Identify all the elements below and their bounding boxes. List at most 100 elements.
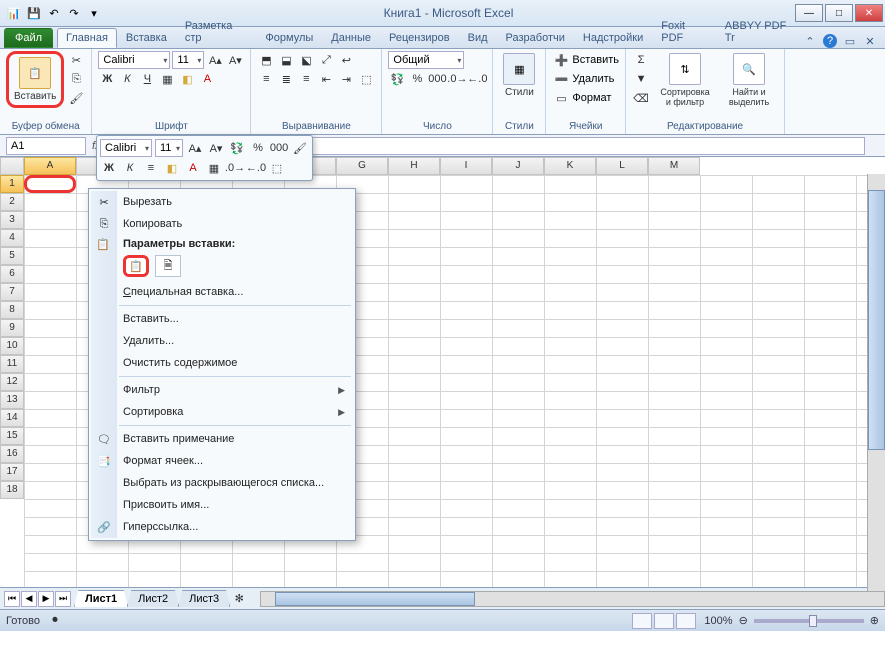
col-header[interactable]: M (648, 157, 700, 175)
tab-foxit[interactable]: Foxit PDF (652, 16, 716, 48)
row-header[interactable]: 15 (0, 427, 24, 445)
styles-button[interactable]: ▦ Стили (499, 51, 539, 100)
format-cells-icon[interactable]: ▭ (552, 89, 570, 107)
close-button[interactable]: ✕ (855, 4, 883, 22)
insert-cells-icon[interactable]: ➕ (552, 51, 570, 69)
window-restore-icon[interactable]: ▭ (843, 34, 857, 48)
ribbon-minimize-icon[interactable]: ⌃ (803, 34, 817, 48)
row-header[interactable]: 10 (0, 337, 24, 355)
col-header[interactable]: I (440, 157, 492, 175)
mini-grow-font-icon[interactable]: A▴ (186, 139, 204, 157)
underline-button[interactable]: Ч (138, 70, 156, 88)
undo-icon[interactable]: ↶ (46, 5, 62, 21)
font-size-combo[interactable]: 11 (172, 51, 204, 69)
row-header[interactable]: 1 (0, 175, 24, 193)
wrap-text-icon[interactable]: ↩ (337, 51, 355, 69)
view-pagebreak-icon[interactable] (676, 613, 696, 629)
mini-borders-icon[interactable]: ▦ (205, 159, 223, 177)
row-header[interactable]: 18 (0, 481, 24, 499)
insert-cells-button[interactable]: Вставить (572, 54, 619, 66)
row-header[interactable]: 11 (0, 355, 24, 373)
decrease-indent-icon[interactable]: ⇤ (317, 70, 335, 88)
new-sheet-icon[interactable]: ✻ (230, 590, 248, 608)
ctx-define-name[interactable]: Присвоить имя... (91, 494, 353, 516)
zoom-level[interactable]: 100% (704, 615, 732, 627)
grow-font-icon[interactable]: A▴ (206, 51, 224, 69)
zoom-out-button[interactable]: ⊖ (739, 614, 748, 627)
mini-fill-icon[interactable]: ◧ (163, 159, 181, 177)
tab-formulas[interactable]: Формулы (256, 28, 322, 48)
cut-icon[interactable]: ✂ (67, 51, 85, 69)
font-color-icon[interactable]: A (198, 70, 216, 88)
fill-color-icon[interactable]: ◧ (178, 70, 196, 88)
align-bottom-icon[interactable]: ⬕ (297, 51, 315, 69)
col-header[interactable]: L (596, 157, 648, 175)
ctx-copy[interactable]: ⎘Копировать (91, 213, 353, 235)
ctx-sort[interactable]: Сортировка▶ (91, 401, 353, 423)
mini-italic-button[interactable]: К (121, 159, 139, 177)
col-header[interactable]: K (544, 157, 596, 175)
row-header[interactable]: 8 (0, 301, 24, 319)
number-format-combo[interactable]: Общий (388, 51, 464, 69)
paste-button[interactable]: 📋 Вставить (10, 55, 60, 104)
mini-format-painter-icon[interactable]: 🖌 (291, 139, 309, 157)
row-header[interactable]: 16 (0, 445, 24, 463)
increase-indent-icon[interactable]: ⇥ (337, 70, 355, 88)
delete-cells-button[interactable]: Удалить (572, 73, 614, 85)
align-left-icon[interactable]: ≡ (257, 70, 275, 88)
col-header[interactable]: G (336, 157, 388, 175)
ctx-pick-from-list[interactable]: Выбрать из раскрывающегося списка... (91, 472, 353, 494)
row-header[interactable]: 9 (0, 319, 24, 337)
find-select-button[interactable]: 🔍 Найти и выделить (720, 51, 778, 109)
ctx-clear[interactable]: Очистить содержимое (91, 352, 353, 374)
zoom-slider[interactable] (754, 619, 864, 623)
tab-pagelayout[interactable]: Разметка стр (176, 16, 257, 48)
format-cells-button[interactable]: Формат (572, 92, 611, 104)
italic-button[interactable]: К (118, 70, 136, 88)
col-header[interactable]: H (388, 157, 440, 175)
increase-decimal-icon[interactable]: .0→ (448, 70, 466, 88)
sheet-next-icon[interactable]: ▶ (38, 591, 54, 607)
mini-bold-button[interactable]: Ж (100, 159, 118, 177)
align-middle-icon[interactable]: ⬓ (277, 51, 295, 69)
currency-icon[interactable]: 💱 (388, 70, 406, 88)
tab-insert[interactable]: Вставка (117, 28, 176, 48)
ctx-paste-special[interactable]: ССпециальная вставка...пециальная вставк… (91, 281, 353, 303)
hscroll-thumb[interactable] (275, 592, 475, 606)
delete-cells-icon[interactable]: ➖ (552, 70, 570, 88)
mini-percent-icon[interactable]: % (249, 139, 267, 157)
tab-abbyy[interactable]: ABBYY PDF Tr (716, 16, 803, 48)
ctx-insert[interactable]: Вставить... (91, 308, 353, 330)
window-close-icon[interactable]: ✕ (863, 34, 877, 48)
decrease-decimal-icon[interactable]: ←.0 (468, 70, 486, 88)
qat-more-icon[interactable]: ▾ (86, 5, 102, 21)
row-header[interactable]: 7 (0, 283, 24, 301)
tab-view[interactable]: Вид (459, 28, 497, 48)
mini-size-combo[interactable]: 11 (155, 139, 183, 157)
row-header[interactable]: 3 (0, 211, 24, 229)
clear-icon[interactable]: ⌫ (632, 89, 650, 107)
sheet-first-icon[interactable]: ⏮ (4, 591, 20, 607)
tab-developer[interactable]: Разработчи (497, 28, 574, 48)
mini-inc-decimal-icon[interactable]: .0→ (226, 159, 244, 177)
ctx-cut[interactable]: ✂Вырезать (91, 191, 353, 213)
align-center-icon[interactable]: ≣ (277, 70, 295, 88)
tab-home[interactable]: Главная (57, 28, 117, 48)
help-icon[interactable]: ? (823, 34, 837, 48)
bold-button[interactable]: Ж (98, 70, 116, 88)
merge-icon[interactable]: ⬚ (357, 70, 375, 88)
mini-currency-icon[interactable]: 💱 (228, 139, 246, 157)
mini-align-icon[interactable]: ≡ (142, 159, 160, 177)
row-header[interactable]: 2 (0, 193, 24, 211)
col-header[interactable]: A (24, 157, 76, 175)
autosum-icon[interactable]: Σ (632, 51, 650, 69)
save-icon[interactable]: 💾 (26, 5, 42, 21)
sheet-tab[interactable]: Лист1 (74, 590, 128, 607)
tab-review[interactable]: Рецензиров (380, 28, 459, 48)
vscroll-thumb[interactable] (868, 190, 885, 450)
row-header[interactable]: 12 (0, 373, 24, 391)
redo-icon[interactable]: ↷ (66, 5, 82, 21)
sheet-tab[interactable]: Лист3 (178, 590, 230, 607)
zoom-in-button[interactable]: ⊕ (870, 614, 879, 627)
paste-all-icon[interactable]: 📋 (123, 255, 149, 277)
